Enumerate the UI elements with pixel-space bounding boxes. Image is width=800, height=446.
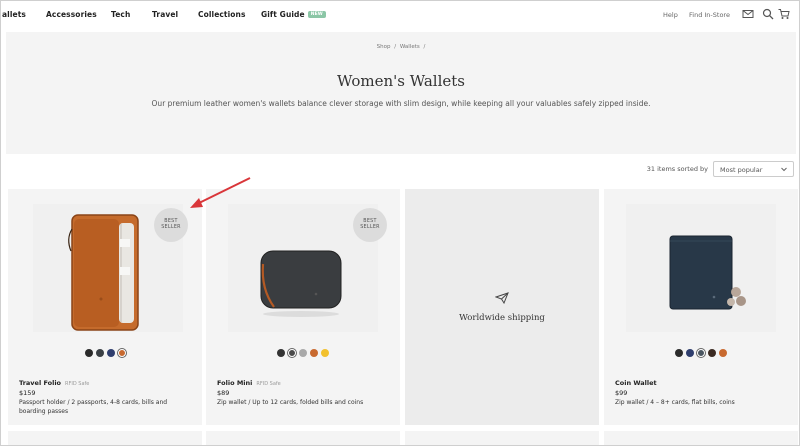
product-name[interactable]: Coin Wallet — [615, 379, 657, 387]
promo-card-shipping: Worldwide shipping — [405, 189, 599, 425]
swatch-yellow[interactable] — [321, 349, 329, 357]
product-card-coin-wallet[interactable]: Coin Wallet $99 Zip wallet / 4 – 8+ card… — [604, 189, 798, 425]
product-card-travel-folio[interactable]: BEST SELLER Travel Folio RFID Safe $159 P… — [8, 189, 202, 425]
product-name[interactable]: Folio Mini RFID Safe — [217, 379, 281, 387]
product-card-partial[interactable] — [405, 431, 599, 446]
item-count-label: 31 items sorted by — [646, 165, 708, 173]
top-navigation: allets Accessories Tech Travel Collectio… — [0, 0, 800, 32]
mail-icon[interactable] — [742, 8, 754, 20]
product-price: $99 — [615, 389, 628, 397]
category-hero: Shop / Wallets / Women's Wallets Our pre… — [6, 32, 796, 154]
find-in-store-link[interactable]: Find In-Store — [689, 11, 730, 19]
sort-selected-value: Most popular — [720, 166, 763, 174]
product-description: Passport holder / 2 passports, 4-8 cards… — [19, 399, 168, 415]
color-swatches — [206, 349, 400, 357]
swatch-caramel[interactable] — [719, 349, 727, 357]
chevron-down-icon — [781, 167, 787, 172]
swatch-navy[interactable] — [686, 349, 694, 357]
breadcrumb-separator: / — [423, 44, 426, 50]
product-card-partial[interactable] — [604, 431, 798, 446]
product-image[interactable] — [604, 189, 798, 339]
sort-dropdown[interactable]: Most popular — [713, 161, 794, 177]
swatch-slate[interactable] — [697, 349, 705, 357]
swatch-charcoal[interactable] — [95, 349, 104, 357]
promo-text: Worldwide shipping — [459, 313, 545, 323]
swatch-caramel[interactable] — [117, 349, 126, 357]
product-price: $89 — [217, 389, 230, 397]
search-icon[interactable] — [762, 8, 774, 20]
breadcrumb-separator: / — [394, 44, 397, 50]
swatch-charcoal[interactable] — [288, 349, 296, 357]
paper-plane-icon — [495, 292, 509, 304]
swatch-black[interactable] — [277, 349, 285, 357]
rfid-tag: RFID Safe — [65, 381, 90, 387]
swatch-caramel[interactable] — [310, 349, 318, 357]
color-swatches — [604, 349, 798, 357]
product-price: $159 — [19, 389, 36, 397]
swatch-brown[interactable] — [708, 349, 716, 357]
gift-guide-label: Gift Guide — [261, 10, 305, 19]
nav-item-collections[interactable]: Collections — [198, 10, 246, 19]
rfid-tag: RFID Safe — [256, 381, 281, 387]
product-name[interactable]: Travel Folio RFID Safe — [19, 379, 89, 387]
product-description: Zip wallet / Up to 12 cards, folded bill… — [217, 399, 364, 406]
swatch-black[interactable] — [84, 349, 93, 357]
new-badge: NEW — [307, 10, 326, 18]
product-card-folio-mini[interactable]: BEST SELLER Folio Mini RFID Safe $89 Zip … — [206, 189, 400, 425]
page-description: Our premium leather women's wallets bala… — [151, 99, 651, 108]
breadcrumb-wallets[interactable]: Wallets — [400, 44, 420, 50]
product-card-partial[interactable] — [206, 431, 400, 446]
best-seller-badge: BEST SELLER — [353, 208, 387, 242]
nav-item-travel[interactable]: Travel — [152, 10, 178, 19]
cart-icon[interactable] — [778, 8, 790, 20]
swatch-black[interactable] — [675, 349, 683, 357]
swatch-navy[interactable] — [106, 349, 115, 357]
nav-item-accessories[interactable]: Accessories — [46, 10, 97, 19]
coin-wallet-image — [626, 204, 776, 332]
breadcrumb-shop[interactable]: Shop — [377, 44, 391, 50]
breadcrumb: Shop / Wallets / — [6, 44, 796, 50]
swatch-grey[interactable] — [299, 349, 307, 357]
nav-item-tech[interactable]: Tech — [111, 10, 130, 19]
product-description: Zip wallet / 4 – 8+ cards, flat bills, c… — [615, 399, 735, 406]
page-title: Women's Wallets — [336, 72, 466, 90]
best-seller-badge: BEST SELLER — [154, 208, 188, 242]
product-card-partial[interactable] — [8, 431, 202, 446]
help-link[interactable]: Help — [663, 11, 678, 19]
nav-item-gift-guide[interactable]: Gift Guide NEW — [261, 10, 326, 19]
nav-item-wallets[interactable]: allets — [2, 10, 26, 19]
color-swatches — [8, 349, 202, 357]
